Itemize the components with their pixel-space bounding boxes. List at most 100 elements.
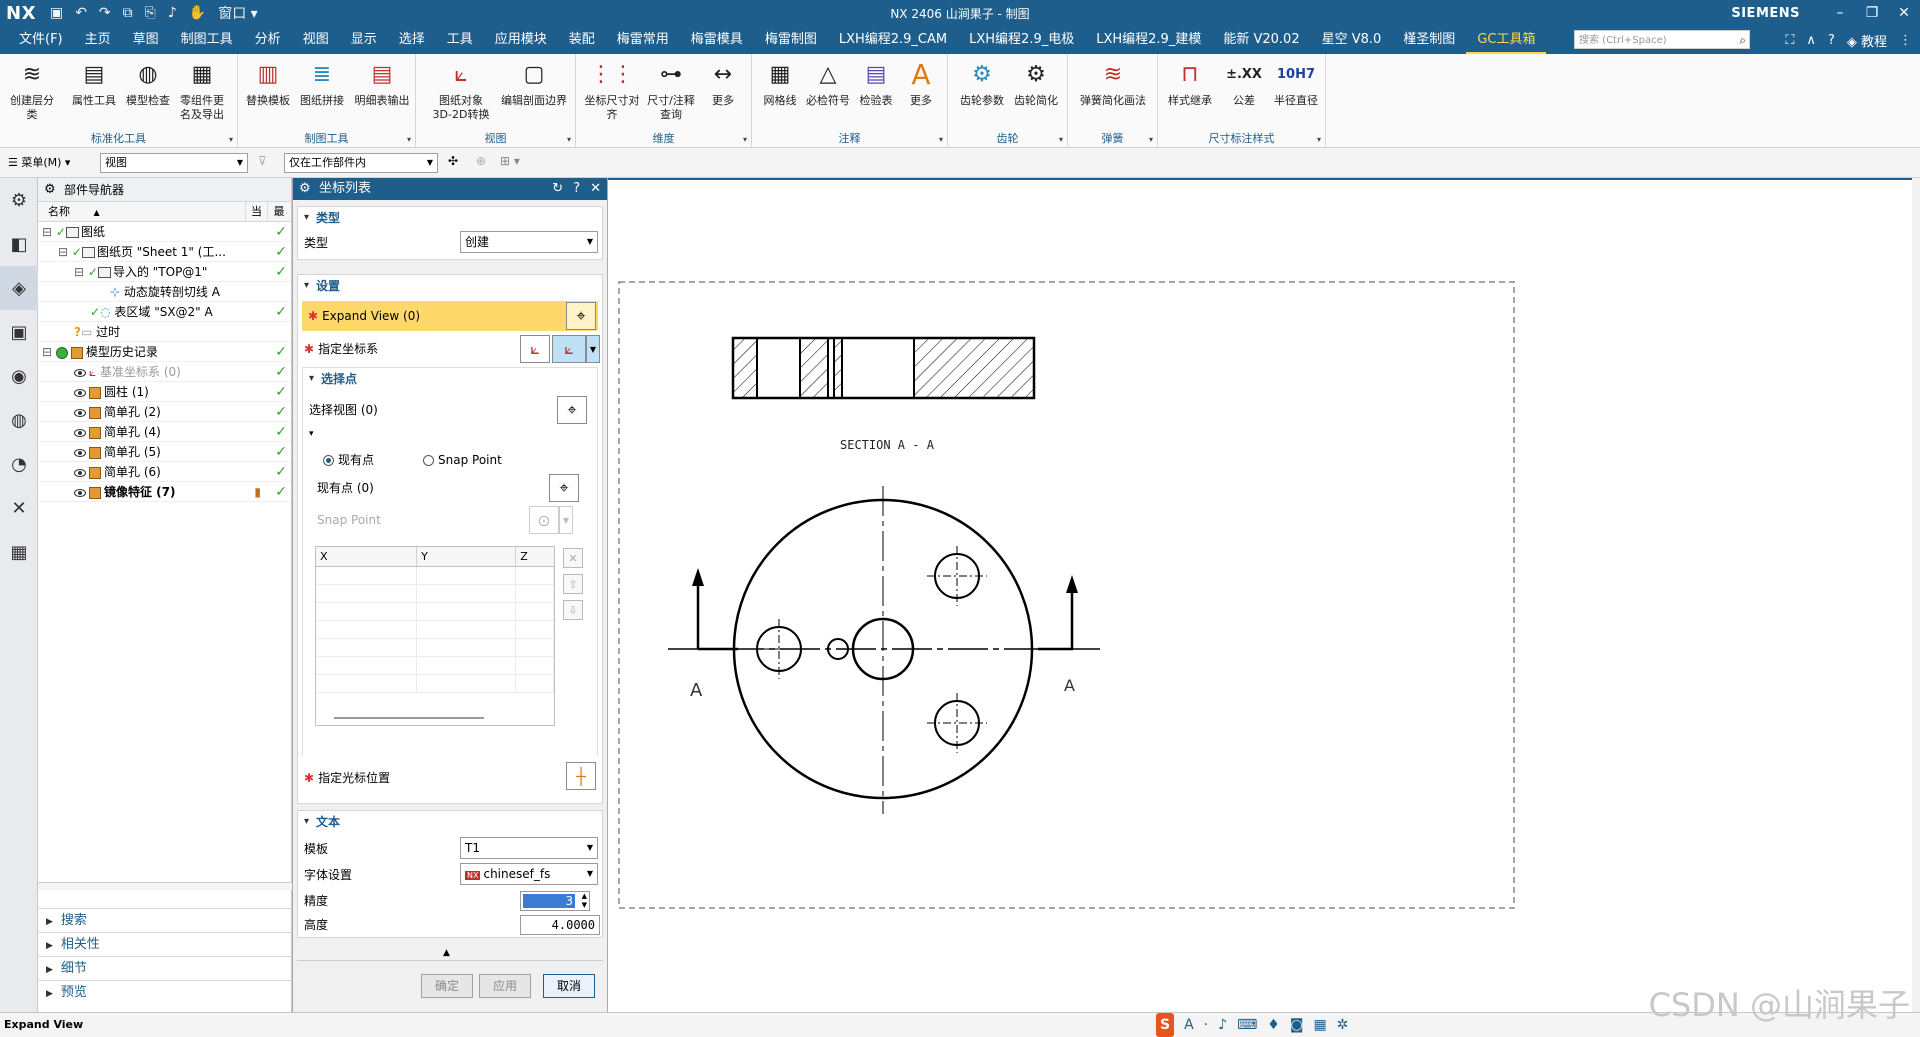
menu-tab-1[interactable]: 草图: [122, 26, 170, 54]
radio-existing-point[interactable]: 现有点: [323, 450, 374, 470]
collapse-ribbon-icon[interactable]: ∧: [1806, 33, 1816, 48]
save-icon[interactable]: ▣: [50, 5, 63, 21]
style-inherit-button[interactable]: ⊓ 样式继承: [1162, 58, 1218, 108]
roles-icon[interactable]: ▦: [0, 530, 38, 574]
ime-game-icon[interactable]: ◙: [1290, 1013, 1304, 1037]
reset-icon[interactable]: ↻: [552, 178, 563, 200]
menu-button[interactable]: ☰ 菜单(M) ▾: [8, 154, 70, 170]
tree-row[interactable]: ⊟ 模型历史记录 ✓: [38, 342, 291, 362]
settings-icon[interactable]: ⚙: [0, 178, 38, 222]
tree-row[interactable]: 简单孔 (2) ✓: [38, 402, 291, 422]
more-annotation-button[interactable]: A 更多: [900, 58, 942, 108]
tree-row[interactable]: ?▭ 过时: [38, 322, 291, 342]
model-check-button[interactable]: ◍ 模型检查: [124, 58, 172, 108]
menu-tab-8[interactable]: 应用模块: [484, 26, 558, 54]
collapse-icon[interactable]: ▲: [443, 948, 450, 958]
tree-row[interactable]: ⊹ 动态旋转剖切线 A: [38, 282, 291, 302]
table-row[interactable]: [316, 639, 554, 657]
select-view-button[interactable]: ⌖: [557, 396, 587, 424]
tree-row[interactable]: ⊟ ✓ 导入的 "TOP@1" ✓: [38, 262, 291, 282]
command-search-input[interactable]: 搜索 (Ctrl+Space) ⌕: [1574, 30, 1750, 49]
dimension-query-button[interactable]: ⊶ 尺寸/注释查询: [644, 58, 698, 122]
cursor-location-button[interactable]: ┼: [566, 762, 596, 790]
group-dropdown-icon[interactable]: ▾: [407, 135, 411, 144]
panel-dependencies[interactable]: ▶ 相关性: [38, 932, 292, 956]
height-input[interactable]: 4.0000: [520, 915, 600, 935]
radius-diameter-button[interactable]: 10H7 半径直径: [1270, 58, 1322, 108]
touch-mode-icon[interactable]: ✋: [189, 5, 206, 21]
tree-row[interactable]: 简单孔 (4) ✓: [38, 422, 291, 442]
panel-details[interactable]: ▶ 细节: [38, 956, 292, 980]
globe-icon[interactable]: ◍: [0, 398, 38, 442]
fullscreen-icon[interactable]: ⛶: [1785, 33, 1794, 48]
edit-section-boundary-button[interactable]: ▢ 编辑剖面边界: [500, 58, 568, 108]
close-button[interactable]: ✕: [1888, 5, 1920, 21]
panel-preview[interactable]: ▶ 预览: [38, 980, 292, 1004]
col-y[interactable]: Y: [417, 547, 517, 566]
help-icon[interactable]: ?: [1828, 33, 1835, 48]
section-view[interactable]: [731, 336, 1036, 400]
menu-tab-19[interactable]: GC工具箱: [1466, 26, 1547, 54]
menu-tab-14[interactable]: LXH编程2.9_电极: [958, 26, 1085, 54]
help-icon[interactable]: ?: [573, 178, 580, 200]
grid-line-button[interactable]: ▦ 网格线: [756, 58, 804, 108]
table-row[interactable]: [316, 585, 554, 603]
mandatory-symbol-button[interactable]: △ 必检符号: [804, 58, 852, 108]
menu-tab-16[interactable]: 能新 V20.02: [1212, 26, 1310, 54]
column-name[interactable]: 名称 ▲: [38, 202, 246, 221]
snap-point-button[interactable]: ⊙: [529, 506, 559, 534]
section-title[interactable]: 选择点: [303, 368, 597, 390]
menu-tab-3[interactable]: 分析: [244, 26, 292, 54]
menu-tab-10[interactable]: 梅雷常用: [606, 26, 680, 54]
menu-tab-11[interactable]: 梅雷模具: [680, 26, 754, 54]
csys-inferred-button[interactable]: ⟀: [552, 335, 586, 363]
table-row[interactable]: [316, 567, 554, 585]
apply-button[interactable]: 应用: [479, 974, 531, 998]
coordinate-dimension-align-button[interactable]: ⋮⋮ 坐标尺寸对齐: [582, 58, 642, 122]
select-option-icon[interactable]: ⊕: [476, 154, 486, 168]
column-latest[interactable]: 最: [268, 202, 290, 221]
part-navigator-icon[interactable]: ◈: [0, 266, 38, 310]
table-row[interactable]: [316, 603, 554, 621]
menu-tab-15[interactable]: LXH编程2.9_建模: [1085, 26, 1212, 54]
undo-icon[interactable]: ↶: [75, 5, 87, 21]
type-filter-combo[interactable]: 视图 ▼: [100, 153, 248, 173]
gear-parameters-button[interactable]: ⚙ 齿轮参数: [956, 58, 1008, 108]
precision-input[interactable]: 3 ▲ ▼: [520, 891, 590, 911]
gear-simplify-button[interactable]: ⚙ 齿轮简化: [1010, 58, 1062, 108]
filter-icon[interactable]: ⊽: [258, 154, 267, 168]
bom-export-button[interactable]: ▤ 明细表输出: [352, 58, 412, 108]
section-title[interactable]: 文本: [298, 811, 602, 833]
file-menu[interactable]: 文件(F): [8, 26, 74, 54]
paste-icon[interactable]: ⎘: [145, 5, 156, 21]
table-row[interactable]: [316, 675, 554, 693]
delete-row-icon[interactable]: ✕: [563, 548, 583, 568]
replace-template-button[interactable]: ▥ 替换模板: [244, 58, 292, 108]
group-dropdown-icon[interactable]: ▾: [567, 135, 571, 144]
spring-simplify-button[interactable]: ≋ 弹簧简化画法: [1076, 58, 1150, 108]
sheet-merge-button[interactable]: ≣ 图纸拼接: [298, 58, 346, 108]
navigator-scrollbar[interactable]: [38, 882, 292, 890]
section-title[interactable]: 设置: [298, 275, 602, 297]
minimize-button[interactable]: –: [1824, 5, 1856, 21]
menu-tab-17[interactable]: 星空 V8.0: [1311, 26, 1393, 54]
tree-row[interactable]: ✓◌ 表区域 "SX@2" A ✓: [38, 302, 291, 322]
cancel-button[interactable]: 取消: [543, 974, 595, 998]
3d-2d-convert-button[interactable]: ⟀ 图纸对象3D-2D转换: [430, 58, 492, 122]
move-down-icon[interactable]: ⇩: [563, 600, 583, 620]
tree-row[interactable]: 圆柱 (1) ✓: [38, 382, 291, 402]
ime-settings-icon[interactable]: ✲: [1337, 1013, 1349, 1037]
history-icon[interactable]: ◔: [0, 442, 38, 486]
attribute-tool-button[interactable]: ▤ 属性工具: [70, 58, 118, 108]
tutorial-button[interactable]: ◈ 教程: [1847, 31, 1887, 50]
more-dimension-button[interactable]: ↔ 更多: [700, 58, 746, 108]
section-title[interactable]: 类型: [298, 207, 602, 229]
ime-logo-icon[interactable]: S: [1156, 1013, 1175, 1037]
table-row[interactable]: [316, 657, 554, 675]
move-up-icon[interactable]: ⇧: [563, 574, 583, 594]
rename-export-button[interactable]: ▦ 零组件更名及导出: [178, 58, 226, 122]
menu-tab-7[interactable]: 工具: [436, 26, 484, 54]
tolerance-button[interactable]: ±.XX 公差: [1220, 58, 1268, 108]
tools-icon[interactable]: ✕: [0, 486, 38, 530]
menu-tab-18[interactable]: 槿圣制图: [1392, 26, 1466, 54]
